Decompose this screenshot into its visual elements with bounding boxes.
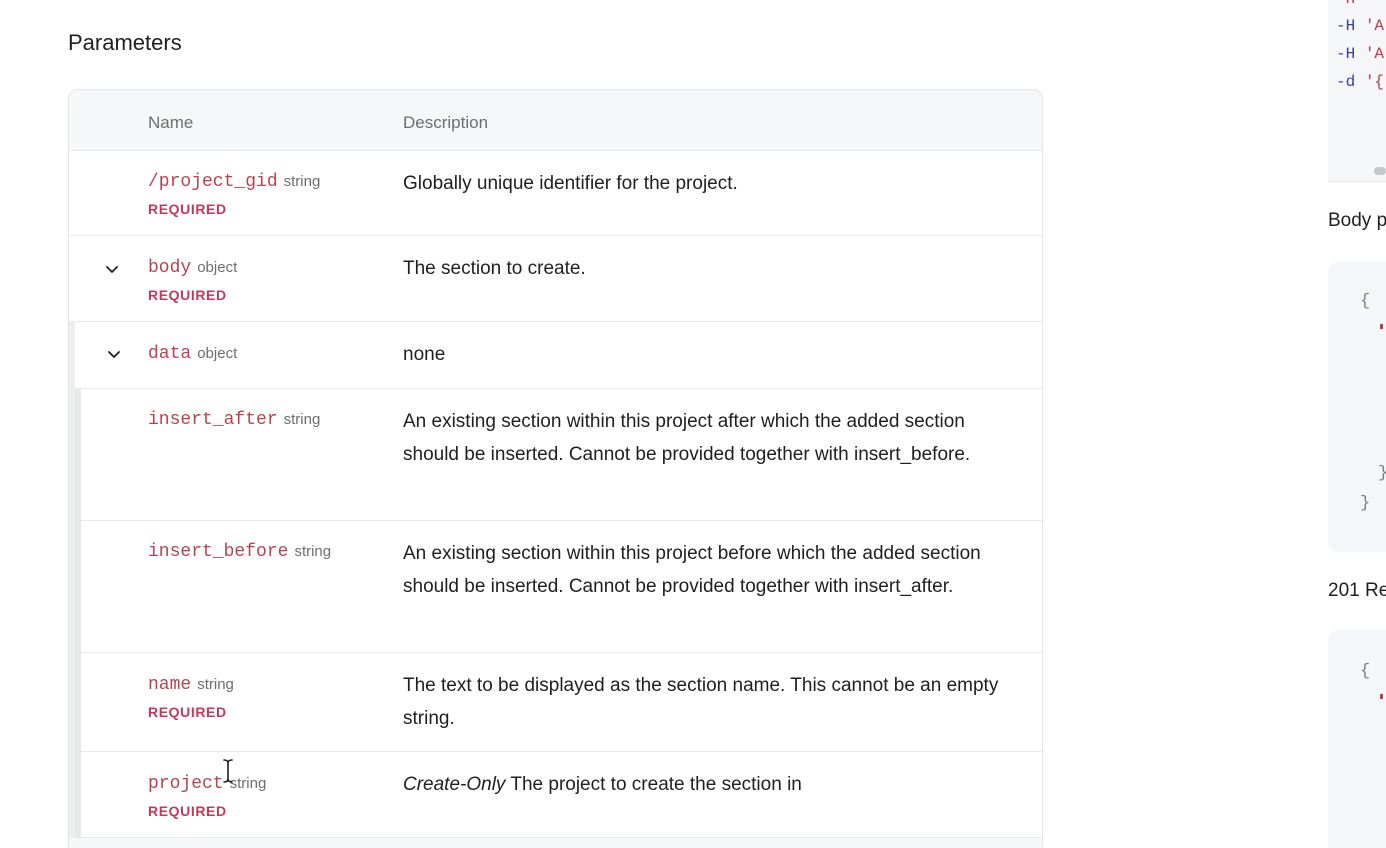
scrollbar-thumb[interactable]	[1374, 167, 1386, 175]
param-name: insert_after string	[148, 410, 321, 430]
horizontal-scrollbar[interactable]	[1328, 164, 1386, 178]
param-name: insert_before string	[148, 542, 332, 562]
parameters-table: Name Description /project_gid string REQU…	[68, 89, 1043, 848]
required-badge: REQUIRED	[148, 704, 227, 720]
param-type: string	[229, 775, 267, 792]
chevron-down-icon[interactable]	[105, 262, 119, 276]
param-type: object	[197, 259, 238, 276]
page-title: Parameters	[68, 30, 182, 55]
param-description: Create-Only The project to create the se…	[403, 774, 802, 795]
response-label: 201 Re	[1328, 580, 1386, 601]
param-name: /project_gid string	[148, 172, 321, 192]
json-key-mark	[1380, 694, 1383, 699]
json-brace: }	[1360, 494, 1371, 513]
column-header-name: Name	[148, 113, 194, 132]
table-row: body object REQUIRED The section to creat…	[69, 236, 1042, 322]
code-examples-panel: -H ' -H 'A -H 'A -d '{ Body p { } } 201 …	[1328, 0, 1386, 848]
table-row: insert_before string An existing section …	[81, 521, 1042, 653]
create-only-label: Create-Only	[403, 774, 506, 795]
code-line: -H 'A	[1336, 45, 1385, 63]
param-description: Globally unique identifier for the proje…	[403, 173, 738, 194]
param-type: string	[197, 676, 234, 693]
param-description: none	[403, 344, 446, 365]
param-type: object	[197, 345, 238, 362]
table-header: Name Description	[69, 90, 1042, 151]
param-type: string	[294, 543, 332, 560]
param-description: An existing section within this project …	[403, 411, 971, 465]
code-line: -H 'A	[1336, 17, 1385, 35]
body-params-label: Body p	[1328, 210, 1386, 231]
text-cursor-icon	[223, 759, 233, 783]
param-name: project string	[148, 774, 267, 794]
json-brace: {	[1360, 292, 1371, 311]
param-description: The section to create.	[403, 258, 586, 279]
chevron-down-icon[interactable]	[107, 347, 121, 361]
json-brace: }	[1378, 464, 1386, 483]
table-row: /project_gid string REQUIRED Globally uni…	[69, 151, 1042, 236]
json-key-mark	[1380, 324, 1383, 329]
param-name: name string	[148, 675, 234, 695]
table-row: name string REQUIRED The text to be displ…	[81, 653, 1042, 752]
code-line: -d '{	[1336, 73, 1385, 91]
table-row: data object none	[75, 322, 1042, 389]
param-type: string	[283, 173, 321, 190]
required-badge: REQUIRED	[148, 803, 227, 819]
column-header-description: Description	[403, 113, 489, 132]
body-json-block: { } }	[1328, 262, 1386, 552]
response-json-block: {	[1328, 630, 1386, 848]
param-name: body object	[148, 258, 238, 278]
required-badge: REQUIRED	[148, 287, 227, 303]
param-type: string	[283, 411, 321, 428]
json-brace: {	[1360, 662, 1371, 681]
code-line: -H '	[1336, 0, 1374, 8]
required-badge: REQUIRED	[148, 201, 227, 217]
param-description: The text to be displayed as the section …	[403, 675, 999, 729]
table-row: insert_after string An existing section w…	[81, 389, 1042, 521]
curl-code-block[interactable]: -H ' -H 'A -H 'A -d '{	[1328, 0, 1386, 182]
param-name: data object	[148, 344, 238, 364]
table-footer	[69, 838, 1042, 848]
param-description: An existing section within this project …	[403, 543, 981, 597]
